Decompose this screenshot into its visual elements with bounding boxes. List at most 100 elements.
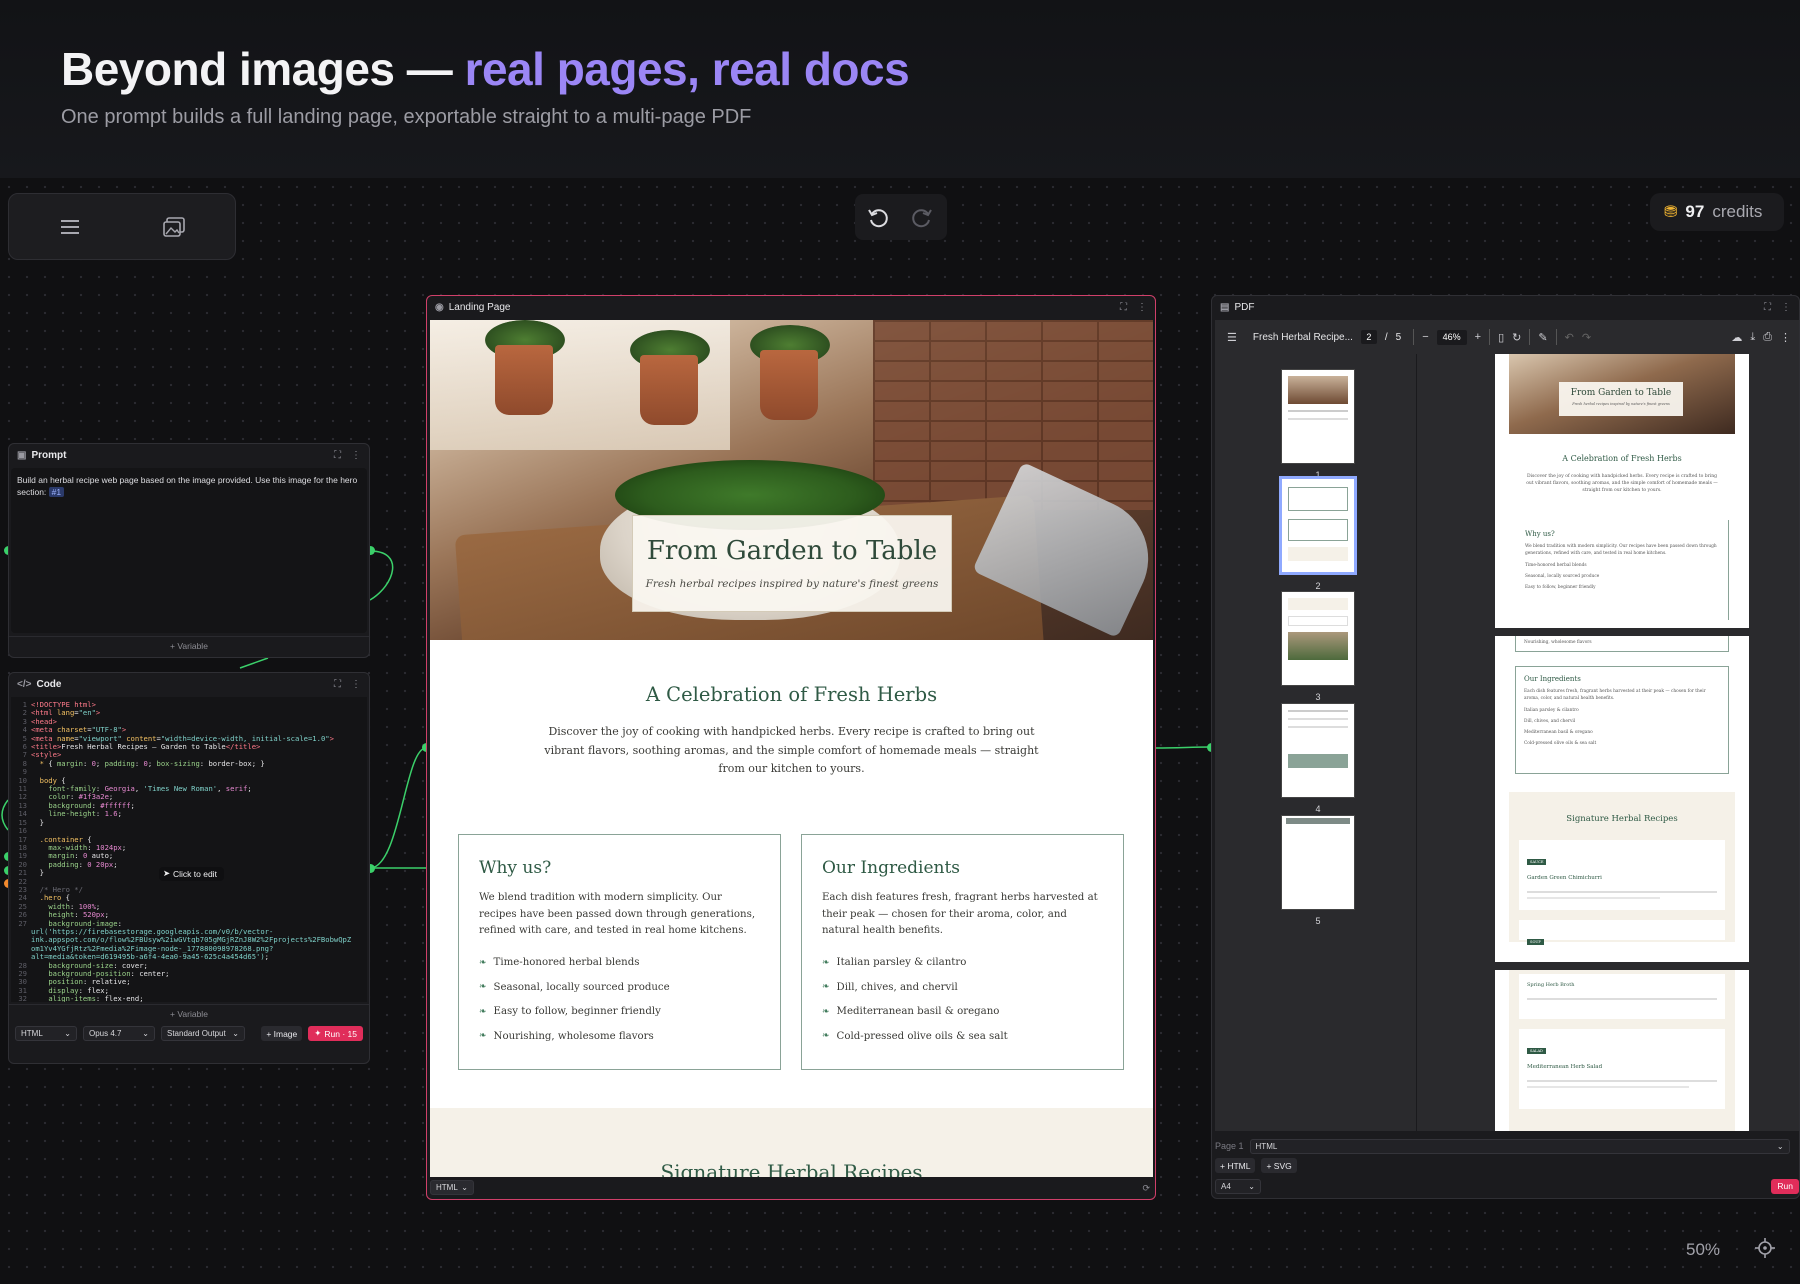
click-to-edit-tooltip: ➤ Click to edit [159, 867, 224, 882]
pdf-recipe-title: Spring Herb Broth [1527, 982, 1575, 988]
format-select[interactable]: HTML ⌄ [430, 1179, 474, 1195]
line-code: <title>Fresh Herbal Recipes — Garden to … [31, 742, 261, 752]
page-total: 5 [1395, 331, 1402, 343]
landing-node-title: Landing Page [448, 301, 511, 313]
expand-icon[interactable]: ⛶ [1120, 302, 1127, 313]
add-variable-button[interactable]: + Variable [9, 636, 369, 654]
print-icon[interactable]: ⎙ [1763, 331, 1772, 344]
sidebar-toggle-icon[interactable]: ☰ [1227, 331, 1237, 344]
pdf-why-text: We blend tradition with modern simplicit… [1525, 544, 1717, 556]
pdf-viewer-toolbar: ☰ Fresh Herbal Recipe... 2 / 5 − 46% + ▯… [1215, 320, 1799, 354]
thumbnail-page[interactable] [1281, 591, 1355, 686]
zoom-in-icon[interactable]: + [1475, 331, 1481, 343]
line-number [11, 928, 31, 936]
section-text: Discover the joy of cooking with handpic… [544, 725, 1039, 775]
draw-icon[interactable]: ✎ [1538, 331, 1547, 344]
image-reference-tag[interactable]: #1 [48, 487, 65, 497]
page-label: Page 1 [1215, 1141, 1244, 1151]
hero-card: From Garden to Table Fresh herbal recipe… [632, 515, 952, 612]
pdf-node-title: PDF [1234, 301, 1255, 313]
more-icon[interactable]: ⋮ [1781, 302, 1791, 313]
connector-prompt-code [239, 657, 269, 669]
thumbnail-page-active[interactable] [1279, 476, 1357, 575]
line-code: * { margin: 0; padding: 0; box-sizing: b… [39, 758, 265, 768]
more-icon[interactable]: ⋮ [351, 450, 361, 461]
pdf-ingredients-title: Our Ingredients [1524, 675, 1581, 683]
landing-preview[interactable]: From Garden to Table Fresh herbal recipe… [430, 320, 1153, 1177]
pdf-thumbnails: 1 2 3 4 5 [1215, 354, 1417, 1131]
zoom-level[interactable]: 46% [1436, 329, 1467, 345]
chevron-down-icon: ⌄ [64, 1029, 71, 1038]
cloud-save-icon[interactable]: ☁ [1731, 331, 1742, 344]
pdf-why-item: Nourishing, wholesome flavors [1524, 640, 1592, 645]
pdf-hero-subtitle: Fresh herbal recipes inspired by nature'… [1572, 402, 1670, 406]
thumbnail-page[interactable] [1281, 815, 1355, 910]
add-image-button[interactable]: + Image [261, 1026, 303, 1041]
undo-icon[interactable]: ↶ [1565, 331, 1574, 344]
hero-title: From Garden to Table [646, 536, 938, 566]
line-code: line-height: 1.6; [48, 809, 122, 819]
code-line: 2 <html lang="en"> [11, 708, 367, 717]
redo-icon[interactable] [910, 205, 934, 229]
pdf-why-item: Easy to follow, beginner friendly [1525, 585, 1596, 590]
output-select[interactable]: Standard Output ⌄ [161, 1026, 245, 1041]
crosshair-icon[interactable] [1755, 1238, 1775, 1258]
refresh-icon[interactable]: ⟳ [1142, 1183, 1150, 1194]
hamburger-icon[interactable] [55, 212, 85, 242]
pdf-node-footer: Page 1 HTML ⌄ + HTML + SVG A4 ⌄ Run [1215, 1138, 1799, 1194]
add-html-button[interactable]: + HTML [1215, 1158, 1256, 1173]
fit-page-icon[interactable]: ▯ [1498, 331, 1504, 344]
pdf-section-text: Discover the joy of cooking with handpic… [1526, 474, 1718, 493]
thumbnail-page[interactable] [1281, 703, 1355, 798]
paper-size-select[interactable]: A4 ⌄ [1215, 1178, 1261, 1194]
run-button[interactable]: ✦ Run · 15 [308, 1026, 363, 1041]
more-icon[interactable]: ⋮ [1780, 331, 1791, 344]
prompt-textarea[interactable]: Build an herbal recipe web page based on… [11, 468, 367, 633]
credits-badge[interactable]: ⛃ 97 credits [1650, 193, 1784, 231]
code-editor[interactable]: 1 <!DOCTYPE html> 2 <html lang="en"> 3 <head>… [11, 697, 367, 1002]
rotate-icon[interactable]: ↻ [1512, 331, 1521, 344]
line-number [11, 936, 31, 944]
list-item: ❧ Time-honored herbal blends [479, 957, 640, 969]
list-item: ❧ Italian parsley & cilantro [822, 957, 967, 969]
image-gallery-icon[interactable] [159, 212, 189, 242]
format-select[interactable]: HTML ⌄ [1249, 1138, 1790, 1154]
landing-page-node[interactable]: ◉ Landing Page ⛶ ⋮ From Garden to Table F… [426, 295, 1156, 1200]
chevron-down-icon: ⌄ [1776, 1141, 1784, 1151]
thumbnail-page[interactable] [1281, 369, 1355, 464]
line-code: align-items: flex-end; [48, 994, 144, 1002]
more-icon[interactable]: ⋮ [1137, 302, 1147, 313]
redo-icon[interactable]: ↷ [1582, 331, 1591, 344]
line-number: 27 [18, 918, 27, 928]
prompt-node[interactable]: ▣ Prompt ⛶ ⋮ Build an herbal recipe web p… [8, 443, 370, 658]
download-icon[interactable]: ⤓ [1750, 331, 1755, 344]
hero-image: From Garden to Table Fresh herbal recipe… [430, 320, 1153, 640]
expand-icon[interactable]: ⛶ [1764, 302, 1771, 313]
canvas-zoom-level[interactable]: 50% [1686, 1240, 1720, 1260]
add-svg-button[interactable]: + SVG [1261, 1158, 1297, 1173]
undo-icon[interactable] [866, 205, 890, 229]
code-line: 32 align-items: flex-end; [11, 994, 367, 1002]
code-icon: </> [17, 678, 32, 690]
card-text: Each dish features fresh, fragrant herbs… [822, 892, 1098, 936]
add-variable-button[interactable]: + Variable [9, 1004, 369, 1022]
pdf-run-button[interactable]: Run [1771, 1178, 1799, 1194]
expand-icon[interactable]: ⛶ [334, 450, 341, 461]
page-number-input[interactable]: 2 [1360, 330, 1377, 344]
thumbnail-number: 3 [1315, 692, 1321, 702]
pdf-ingredient-item: Italian parsley & cilantro [1524, 708, 1579, 713]
canvas-toolbar [8, 193, 236, 260]
pdf-why-item: Time-honored herbal blends [1525, 563, 1587, 568]
expand-icon[interactable]: ⛶ [334, 679, 341, 690]
eye-icon: ◉ [435, 301, 444, 313]
pdf-pages-view[interactable]: From Garden to Table Fresh herbal recipe… [1417, 354, 1799, 1131]
card-title: Why us? [479, 858, 552, 878]
code-node[interactable]: </> Code ⛶ ⋮ 1 <!DOCTYPE html> 2 <html lang=… [8, 672, 370, 1064]
pdf-node[interactable]: ▤ PDF ⛶ ⋮ ☰ Fresh Herbal Recipe... 2 / 5 … [1211, 295, 1800, 1199]
more-icon[interactable]: ⋮ [351, 679, 361, 690]
section-title: A Celebration of Fresh Herbs [645, 683, 938, 706]
zoom-out-icon[interactable]: − [1422, 331, 1428, 343]
format-select[interactable]: HTML ⌄ [15, 1026, 77, 1041]
model-select[interactable]: Opus 4.7 ⌄ [83, 1026, 155, 1041]
line-code: } [39, 817, 44, 827]
